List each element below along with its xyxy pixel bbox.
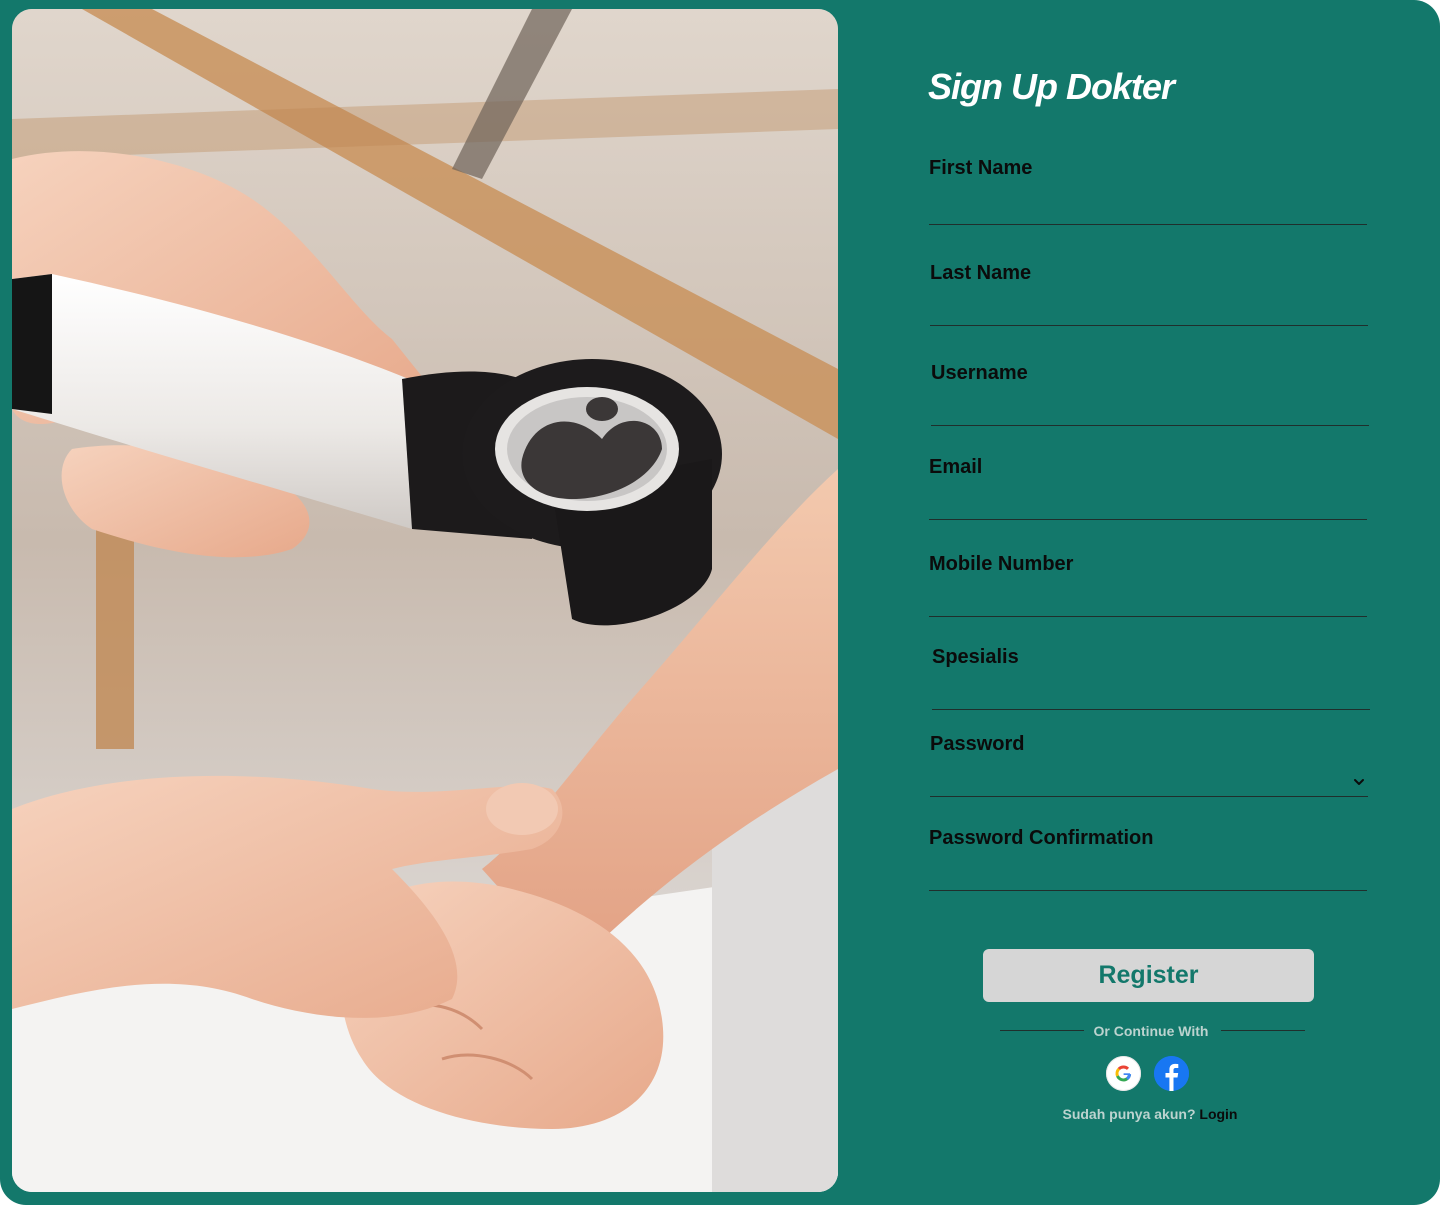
or-continue-with-text: Or Continue With	[1093, 1023, 1209, 1039]
facebook-icon	[1154, 1056, 1189, 1091]
google-login-button[interactable]	[1106, 1056, 1141, 1091]
username-label: Username	[931, 362, 1028, 384]
page-title: Sign Up Dokter	[928, 66, 1175, 107]
password-confirmation-input[interactable]	[929, 860, 1367, 891]
first-name-label: First Name	[929, 157, 1033, 179]
dermatoscope-photo	[12, 9, 838, 1192]
email-label: Email	[929, 456, 983, 478]
login-question: Sudah punya akun?	[1062, 1106, 1196, 1122]
username-input[interactable]	[931, 395, 1369, 426]
google-icon	[1106, 1056, 1141, 1091]
last-name-label: Last Name	[930, 262, 1032, 284]
divider-line-right	[1221, 1030, 1305, 1031]
facebook-login-button[interactable]	[1154, 1056, 1189, 1091]
chevron-down-icon[interactable]	[1352, 775, 1366, 789]
signup-card: Sign Up Dokter First Name Last Name User…	[0, 0, 1440, 1205]
login-link[interactable]: Login	[1199, 1106, 1237, 1122]
divider-line-left	[1000, 1030, 1084, 1031]
password-confirmation-label: Password Confirmation	[929, 827, 1154, 849]
mobile-number-input[interactable]	[929, 586, 1367, 617]
login-prompt: Sudah punya akun? Login	[1000, 1106, 1300, 1122]
password-label: Password	[930, 733, 1025, 755]
spesialis-label: Spesialis	[932, 646, 1019, 668]
last-name-input[interactable]	[930, 295, 1368, 326]
spesialis-input[interactable]	[932, 679, 1370, 710]
register-button[interactable]: Register	[983, 949, 1314, 1002]
first-name-input[interactable]	[929, 194, 1367, 225]
email-input[interactable]	[929, 489, 1367, 520]
password-input[interactable]	[930, 766, 1368, 797]
mobile-number-label: Mobile Number	[929, 553, 1074, 575]
